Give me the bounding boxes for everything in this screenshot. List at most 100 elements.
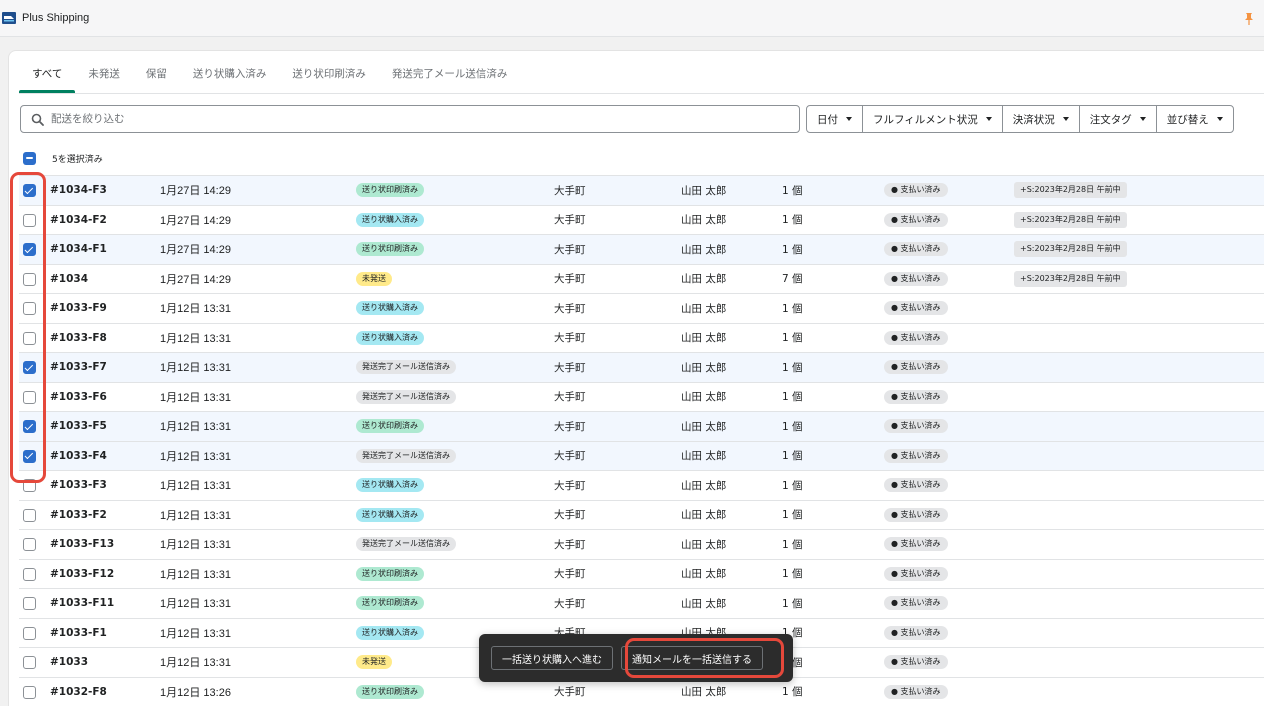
- table-row[interactable]: #1033-F3 1月12日 13:31 送り状購入済み 大手町 山田 太郎 1 個 ● 支…: [19, 470, 1264, 500]
- payment-status-badge: ● 支払い済み: [884, 566, 948, 581]
- row-checkbox[interactable]: [23, 479, 36, 492]
- order-number[interactable]: #1034: [50, 273, 88, 285]
- table-row[interactable]: #1034-F1 1月27日 14:29 送り状印刷済み 大手町 山田 太郎 1 個 ● 支…: [19, 234, 1264, 264]
- customer-name: 山田 太郎: [681, 273, 727, 286]
- table-row[interactable]: #1033-F12 1月12日 13:31 送り状印刷済み 大手町 山田 太郎 1 個 ● …: [19, 558, 1264, 589]
- order-number[interactable]: #1033-F13: [50, 538, 114, 550]
- search-box[interactable]: [20, 105, 800, 133]
- fulfillment-status-badge: 送り状購入済み: [356, 507, 424, 522]
- order-number[interactable]: #1033-F4: [50, 450, 107, 462]
- table-row[interactable]: #1033-F11 1月12日 13:31 送り状印刷済み 大手町 山田 太郎 1 個 ● …: [19, 588, 1264, 618]
- order-number[interactable]: #1033-F11: [50, 597, 114, 609]
- tab-1[interactable]: 未発送: [75, 51, 133, 93]
- order-number[interactable]: #1034-F3: [50, 184, 107, 196]
- filter-button-0[interactable]: 日付: [807, 106, 863, 132]
- filter-button-group: 日付 フルフィルメント状況 決済状況 注文タグ 並び替え: [806, 105, 1234, 133]
- row-checkbox[interactable]: [23, 243, 36, 256]
- order-number[interactable]: #1033-F8: [50, 332, 107, 344]
- order-tag: +S:2023年2月28日 午前中: [1014, 270, 1127, 287]
- tab-5[interactable]: 発送完了メール送信済み: [379, 51, 521, 93]
- table-row[interactable]: #1034-F2 1月27日 14:29 送り状購入済み 大手町 山田 太郎 1 個 ● 支…: [19, 204, 1264, 235]
- payment-status-badge: ● 支払い済み: [884, 596, 948, 611]
- fulfillment-status-cell: 発送完了メール送信済み: [356, 389, 456, 404]
- row-checkbox[interactable]: [23, 626, 36, 640]
- bulk-buy-labels-button[interactable]: 一括送り状購入へ進む: [491, 646, 613, 670]
- row-checkbox[interactable]: [23, 390, 36, 404]
- fulfillment-status-badge: 送り状購入済み: [356, 625, 424, 640]
- table-row[interactable]: #1033-F4 1月12日 13:31 発送完了メール送信済み 大手町 山田 太郎 1 …: [19, 440, 1264, 470]
- row-checkbox[interactable]: [23, 272, 36, 286]
- row-checkbox[interactable]: [23, 597, 36, 610]
- row-checkbox[interactable]: [23, 685, 36, 699]
- order-tag-cell: +S:2023年2月28日 午前中: [1014, 241, 1127, 258]
- payment-status-badge: ● 支払い済み: [884, 478, 948, 493]
- item-quantity: 1 個: [782, 243, 803, 256]
- table-row[interactable]: #1034 1月27日 14:29 未発送 大手町 山田 太郎 7 個 ● 支払い済み +S:…: [19, 263, 1264, 294]
- filter-button-3[interactable]: 注文タグ: [1080, 106, 1157, 132]
- order-date: 1月12日 13:31: [160, 362, 231, 375]
- order-date: 1月12日 13:31: [160, 509, 231, 522]
- order-number[interactable]: #1033-F1: [50, 627, 107, 639]
- location: 大手町: [554, 597, 586, 610]
- fulfillment-status-cell: 送り状印刷済み: [356, 242, 424, 257]
- order-number[interactable]: #1033-F7: [50, 361, 107, 373]
- row-checkbox[interactable]: [23, 538, 36, 551]
- bulk-send-notification-button[interactable]: 通知メールを一括送信する: [621, 646, 763, 670]
- filter-button-2[interactable]: 決済状況: [1003, 106, 1080, 132]
- row-checkbox[interactable]: [23, 508, 36, 522]
- row-checkbox[interactable]: [23, 361, 36, 374]
- payment-status-cell: ● 支払い済み: [884, 242, 948, 257]
- table-row[interactable]: #1033-F5 1月12日 13:31 送り状印刷済み 大手町 山田 太郎 1 個 ● 支…: [19, 411, 1264, 441]
- filter-label: 決済状況: [1012, 113, 1055, 126]
- table-row[interactable]: #1033-F6 1月12日 13:31 発送完了メール送信済み 大手町 山田 太郎 1 …: [19, 381, 1264, 412]
- table-row[interactable]: #1034-F3 1月27日 14:29 送り状印刷済み 大手町 山田 太郎 1 個 ● 支…: [19, 175, 1264, 205]
- fulfillment-status-badge: 送り状印刷済み: [356, 684, 424, 699]
- payment-status-badge: ● 支払い済み: [884, 183, 948, 198]
- customer-name: 山田 太郎: [681, 509, 727, 522]
- row-checkbox[interactable]: [23, 567, 36, 581]
- search-input[interactable]: [51, 113, 751, 125]
- row-checkbox[interactable]: [23, 213, 36, 227]
- pin-icon[interactable]: [1243, 12, 1255, 26]
- row-checkbox[interactable]: [23, 656, 36, 669]
- tab-2[interactable]: 保留: [133, 51, 180, 93]
- row-checkbox[interactable]: [23, 302, 36, 315]
- row-checkbox[interactable]: [23, 449, 36, 463]
- order-date: 1月12日 13:31: [160, 480, 231, 493]
- row-checkbox[interactable]: [23, 331, 36, 345]
- order-number[interactable]: #1033-F9: [50, 302, 107, 314]
- payment-status-cell: ● 支払い済み: [884, 330, 948, 345]
- table-row[interactable]: #1033-F9 1月12日 13:31 送り状購入済み 大手町 山田 太郎 1 個 ● 支…: [19, 293, 1264, 323]
- tab-3[interactable]: 送り状購入済み: [180, 51, 280, 93]
- order-date: 1月27日 14:29: [160, 214, 231, 227]
- table-row[interactable]: #1033-F13 1月12日 13:31 発送完了メール送信済み 大手町 山田 太郎 1…: [19, 529, 1264, 559]
- tab-4[interactable]: 送り状印刷済み: [279, 51, 379, 93]
- fulfillment-status-cell: 発送完了メール送信済み: [356, 360, 456, 375]
- order-number[interactable]: #1034-F1: [50, 243, 107, 255]
- order-number[interactable]: #1033: [50, 656, 88, 668]
- order-number[interactable]: #1033-F3: [50, 479, 107, 491]
- order-number[interactable]: #1034-F2: [50, 214, 107, 226]
- filter-button-1[interactable]: フルフィルメント状況: [863, 106, 1003, 132]
- order-date: 1月12日 13:31: [160, 421, 231, 434]
- order-date: 1月12日 13:26: [160, 686, 231, 699]
- order-number[interactable]: #1033-F6: [50, 391, 107, 403]
- order-number[interactable]: #1033-F12: [50, 568, 114, 580]
- tab-0[interactable]: すべて: [19, 51, 76, 93]
- table-row[interactable]: #1033-F8 1月12日 13:31 送り状購入済み 大手町 山田 太郎 1 個 ● 支…: [19, 322, 1264, 353]
- row-checkbox[interactable]: [23, 184, 36, 197]
- item-quantity: 1 個: [782, 361, 803, 374]
- item-quantity: 1 個: [782, 597, 803, 610]
- select-all-checkbox[interactable]: [23, 151, 36, 165]
- selected-count: 5を選択済み: [52, 154, 103, 165]
- order-number[interactable]: #1033-F2: [50, 509, 107, 521]
- table-row[interactable]: #1033-F7 1月12日 13:31 発送完了メール送信済み 大手町 山田 太郎 1 …: [19, 352, 1264, 382]
- payment-status-cell: ● 支払い済み: [884, 389, 948, 404]
- fulfillment-status-cell: 送り状印刷済み: [356, 596, 424, 611]
- app-title: Plus Shipping: [22, 12, 90, 24]
- table-row[interactable]: #1033-F2 1月12日 13:31 送り状購入済み 大手町 山田 太郎 1 個 ● 支…: [19, 499, 1264, 530]
- row-checkbox[interactable]: [23, 420, 36, 433]
- order-number[interactable]: #1033-F5: [50, 420, 107, 432]
- order-number[interactable]: #1032-F8: [50, 686, 107, 698]
- filter-button-4[interactable]: 並び替え: [1157, 106, 1233, 132]
